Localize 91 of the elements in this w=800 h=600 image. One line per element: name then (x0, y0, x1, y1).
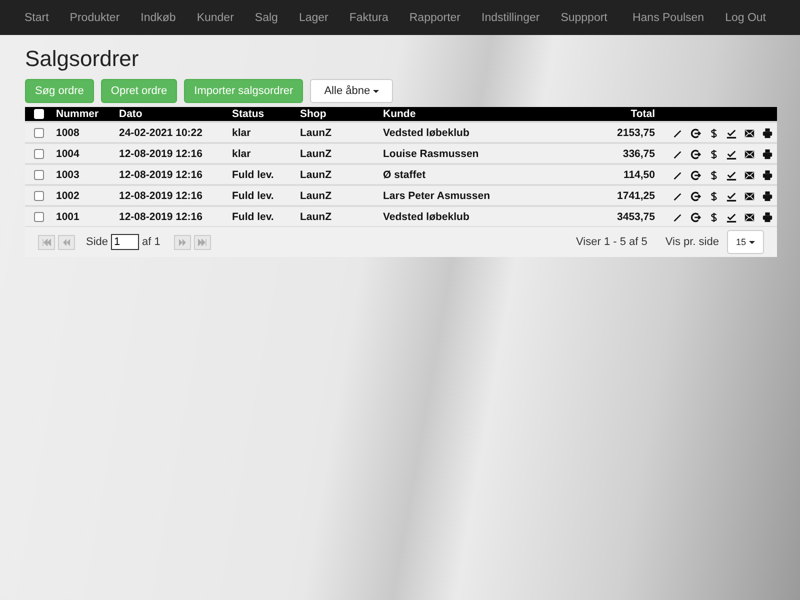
table-cell: 2153,75 (617, 126, 655, 138)
checkmark-icon[interactable] (726, 211, 737, 223)
table-cell: Louise Rasmussen (383, 148, 479, 160)
column-header: Kunde (383, 108, 416, 120)
table-cell: 114,50 (623, 168, 655, 180)
table-cell: 1003 (56, 168, 80, 180)
printer-icon[interactable] (762, 148, 773, 160)
envelope-icon[interactable] (744, 211, 755, 223)
logout-link[interactable]: Log Out (714, 12, 786, 24)
table-cell: Lars Peter Asmussen (383, 190, 490, 202)
column-header: Status (232, 108, 264, 120)
column-header: Dato (119, 108, 142, 120)
nav-link[interactable]: Lager (288, 12, 339, 24)
page-title: Salgsordrer (25, 46, 140, 72)
exit-icon[interactable] (690, 169, 701, 181)
dollar-icon[interactable] (708, 211, 719, 223)
table-cell: 1001 (56, 210, 80, 222)
exit-icon[interactable] (690, 190, 701, 202)
results-summary: Viser 1 - 5 af 5 (576, 236, 648, 248)
rewind-icon (62, 238, 71, 246)
nav-link[interactable]: Salg (244, 12, 288, 24)
fast-forward-icon (178, 238, 188, 246)
column-header: Nummer (56, 108, 99, 120)
column-header: Total (630, 108, 655, 120)
table-cell: 1004 (56, 148, 80, 160)
table-cell: 12-08-2019 12:16 (119, 148, 202, 160)
table-cell: klar (232, 148, 251, 160)
table-cell: Fuld lev. (232, 168, 274, 180)
envelope-icon[interactable] (744, 190, 755, 202)
nav-link[interactable]: Indkøb (130, 12, 186, 24)
filter-dropdown[interactable]: Alle åbne (310, 79, 394, 103)
table-cell: 336,75 (622, 148, 655, 160)
row-checkbox[interactable] (34, 170, 44, 180)
nav-link[interactable]: Indstillinger (471, 12, 550, 24)
table-cell: LaunZ (300, 190, 332, 202)
exit-icon[interactable] (690, 148, 701, 160)
table-cell: 12-08-2019 12:16 (119, 210, 202, 222)
printer-icon[interactable] (762, 127, 773, 139)
dollar-icon[interactable] (708, 190, 719, 202)
envelope-icon[interactable] (744, 148, 755, 160)
user-link[interactable]: Hans Poulsen (622, 12, 715, 24)
nav-link[interactable]: Start (14, 12, 60, 24)
nav-link[interactable]: Faktura (338, 12, 399, 24)
nav-link[interactable]: Kunder (186, 12, 244, 24)
table-cell: Ø staffet (383, 168, 426, 180)
table-cell: LaunZ (300, 148, 332, 160)
printer-icon[interactable] (762, 211, 773, 223)
page-count: af 1 (142, 236, 160, 248)
page-input[interactable]: 1 (111, 234, 140, 250)
row-checkbox[interactable] (34, 128, 44, 138)
checkmark-icon[interactable] (726, 127, 737, 139)
column-header: Shop (300, 108, 326, 120)
exit-icon[interactable] (690, 127, 701, 139)
skip-back-icon (42, 238, 51, 246)
checkmark-icon[interactable] (726, 190, 737, 202)
exit-icon[interactable] (690, 211, 701, 223)
dollar-icon[interactable] (708, 169, 719, 181)
table-cell: LaunZ (300, 126, 332, 138)
row-checkbox[interactable] (34, 190, 44, 201)
row-checkbox[interactable] (34, 148, 44, 159)
skip-forward-icon (198, 238, 208, 246)
table-cell: 12-08-2019 12:16 (119, 168, 202, 180)
table-cell: LaunZ (300, 210, 332, 222)
dollar-icon[interactable] (708, 127, 719, 139)
table-cell: 24-02-2021 10:22 (119, 126, 202, 138)
table-cell: 12-08-2019 12:16 (119, 190, 202, 202)
envelope-icon[interactable] (744, 127, 755, 139)
checkmark-icon[interactable] (726, 169, 737, 181)
nav-link[interactable]: Rapporter (398, 12, 472, 24)
page-label: Side (86, 236, 108, 248)
per-page-dropdown[interactable]: 15 (726, 230, 764, 254)
table-cell: Fuld lev. (232, 210, 274, 222)
per-page-label: Vis pr. side (665, 236, 719, 248)
printer-icon[interactable] (762, 190, 773, 202)
dollar-icon[interactable] (708, 148, 719, 160)
select-all-checkbox[interactable] (34, 109, 44, 120)
table-cell: Vedsted løbeklub (383, 210, 470, 222)
table-cell: klar (232, 126, 251, 138)
printer-icon[interactable] (762, 169, 773, 181)
table-cell: Fuld lev. (232, 190, 274, 202)
row-checkbox[interactable] (34, 212, 44, 222)
table-cell: LaunZ (300, 168, 332, 180)
table-cell: 1002 (56, 190, 80, 202)
checkmark-icon[interactable] (726, 148, 737, 160)
table-cell: 1741,25 (617, 190, 655, 202)
nav-link[interactable]: Suppport (550, 12, 618, 24)
nav-link[interactable]: Produkter (59, 12, 130, 24)
table-cell: 1008 (56, 126, 80, 138)
envelope-icon[interactable] (744, 169, 755, 181)
table-cell: 3453,75 (617, 210, 655, 222)
table-cell: Vedsted løbeklub (383, 126, 470, 138)
